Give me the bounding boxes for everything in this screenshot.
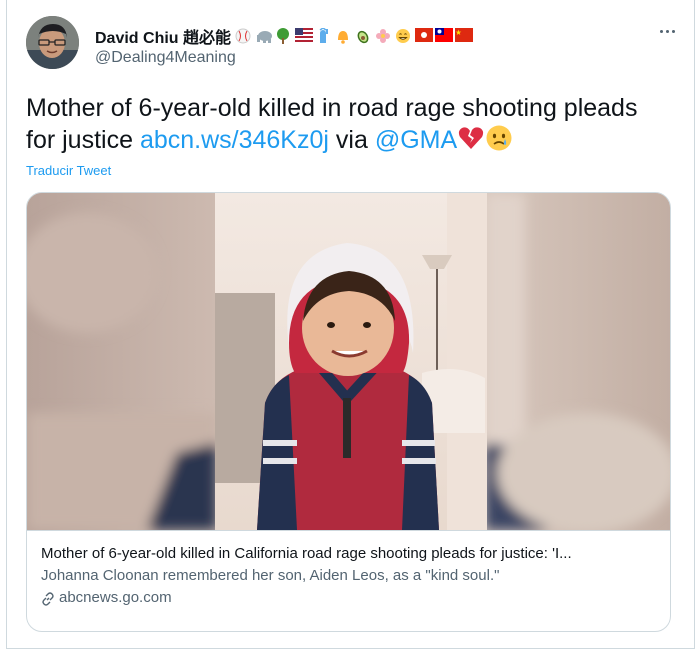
link-icon [41, 591, 55, 606]
hong-kong-flag-emoji [415, 28, 434, 44]
link-card[interactable]: Mother of 6-year-old killed in Californi… [26, 192, 671, 632]
china-flag-emoji [455, 28, 474, 44]
crying-face-emoji [485, 124, 513, 152]
tweet-text-via: via [328, 126, 375, 154]
smiling-face-emoji [395, 28, 413, 44]
statue-of-liberty-emoji [315, 27, 333, 44]
broken-heart-emoji [457, 124, 485, 152]
mention-link[interactable]: @GMA [375, 126, 457, 154]
tweet-text: Mother of 6-year-old killed in road rage… [26, 92, 666, 156]
translate-tweet-link[interactable]: Traducir Tweet [26, 163, 111, 178]
card-description: Johanna Cloonan remembered her son, Aide… [41, 567, 500, 584]
tweet-link[interactable]: abcn.ws/346Kz0j [140, 126, 329, 154]
avocado-emoji [355, 28, 373, 44]
author-name-row[interactable]: David Chiu 趙必能 [95, 24, 474, 48]
elephant-emoji [255, 28, 273, 44]
card-domain: abcnews.go.com [59, 589, 172, 606]
name-emojis [235, 27, 474, 44]
card-image[interactable] [27, 193, 670, 530]
card-title[interactable]: Mother of 6-year-old killed in Californi… [41, 543, 658, 565]
bell-emoji [335, 28, 353, 44]
avatar[interactable] [26, 16, 79, 69]
card-domain-row: abcnews.go.com [41, 587, 658, 609]
author-display-name[interactable]: David Chiu 趙必能 [95, 24, 231, 48]
flower-emoji [375, 28, 393, 44]
tree-emoji [275, 28, 293, 44]
card-body[interactable]: Mother of 6-year-old killed in Californi… [27, 530, 670, 631]
baseball-emoji [235, 28, 253, 44]
more-dots-icon[interactable] [654, 22, 680, 40]
us-flag-emoji [295, 28, 314, 44]
author-handle[interactable]: @Dealing4Meaning [95, 49, 236, 67]
taiwan-flag-emoji [435, 28, 454, 44]
